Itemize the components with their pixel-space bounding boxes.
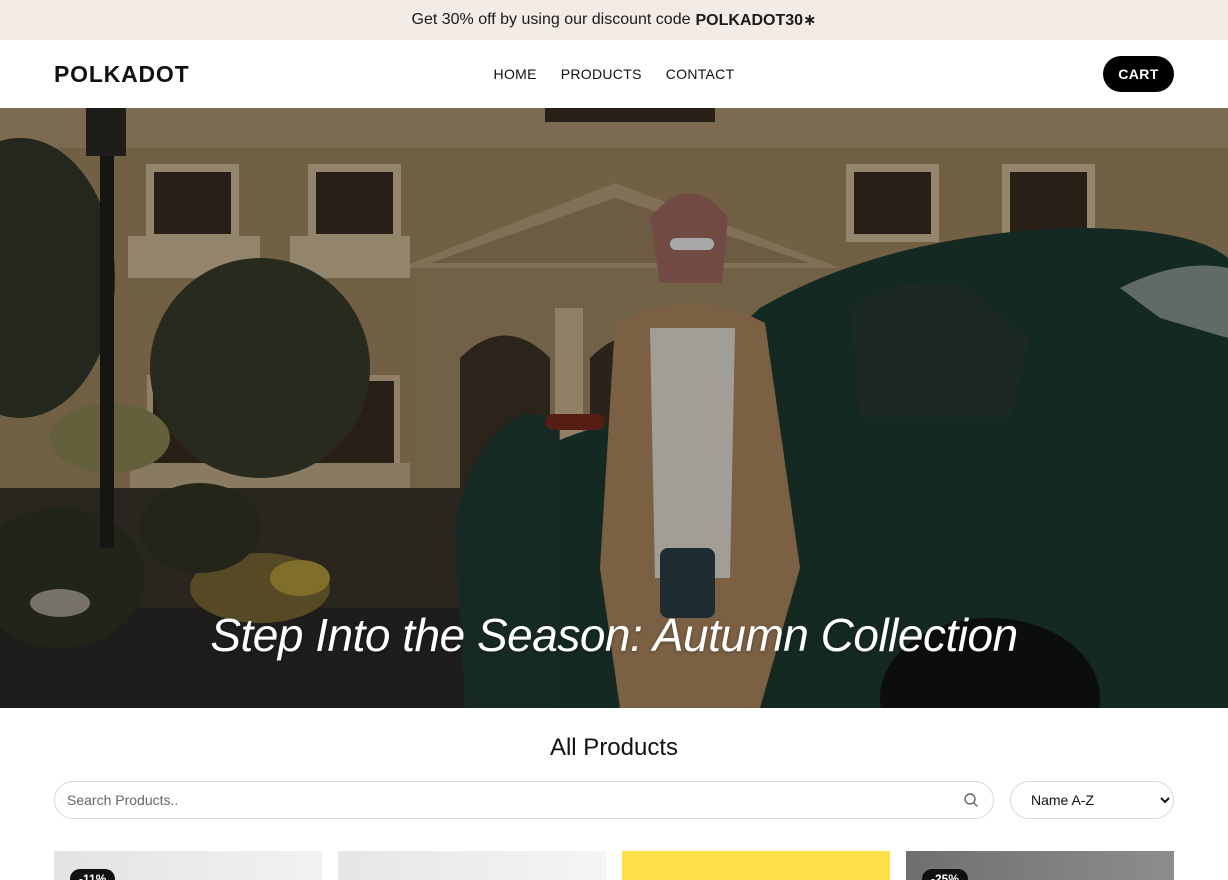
product-card[interactable] bbox=[622, 851, 890, 880]
discount-code: POLKADOT30∗ bbox=[695, 12, 817, 29]
discount-badge: -11% bbox=[70, 869, 116, 880]
hero-title: Step Into the Season: Autumn Collection bbox=[210, 609, 1018, 661]
announcement-text: Get 30% off by using our discount code bbox=[411, 11, 691, 28]
search-icon[interactable] bbox=[963, 792, 979, 808]
hero-banner: Step Into the Season: Autumn Collection bbox=[0, 108, 1228, 708]
product-filters: Name A-Z bbox=[54, 781, 1174, 819]
search-input[interactable] bbox=[67, 792, 963, 808]
product-card[interactable] bbox=[338, 851, 606, 880]
products-section: All Products Name A-Z -11% -25% bbox=[0, 708, 1228, 880]
cart-button[interactable]: CART bbox=[1103, 56, 1174, 92]
product-grid: -11% -25% bbox=[54, 851, 1174, 880]
nav-home[interactable]: HOME bbox=[494, 66, 537, 82]
product-card[interactable]: -25% bbox=[906, 851, 1174, 880]
site-header: POLKADOT HOME PRODUCTS CONTACT CART bbox=[0, 40, 1228, 108]
products-title: All Products bbox=[549, 734, 679, 761]
nav-products[interactable]: PRODUCTS bbox=[561, 66, 642, 82]
product-card[interactable]: -11% bbox=[54, 851, 322, 880]
search-bar bbox=[54, 781, 994, 819]
discount-badge: -25% bbox=[922, 869, 969, 880]
site-logo[interactable]: POLKADOT bbox=[54, 61, 189, 88]
announcement-bar: Get 30% off by using our discount code P… bbox=[0, 0, 1228, 40]
nav-contact[interactable]: CONTACT bbox=[666, 66, 735, 82]
sort-select[interactable]: Name A-Z bbox=[1010, 781, 1174, 819]
